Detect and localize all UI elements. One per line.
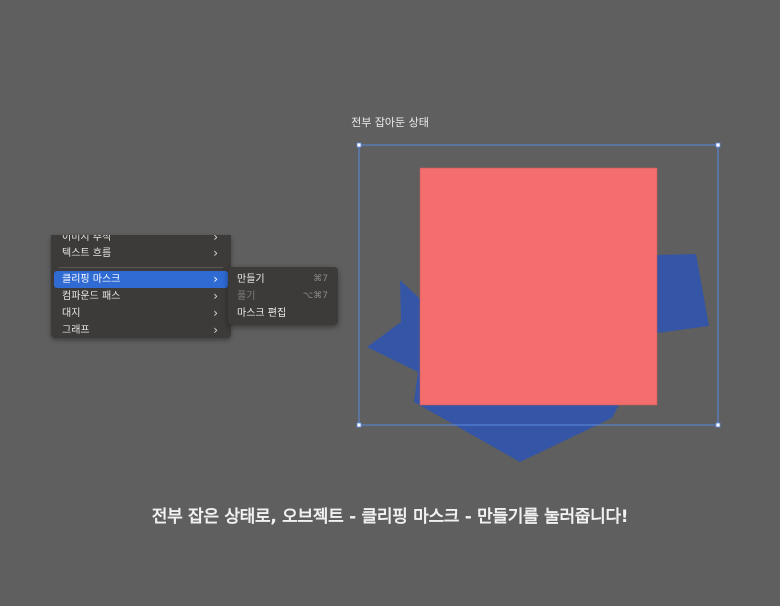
selection-handle-bottom-left[interactable]: [356, 422, 362, 428]
selection-handle-top-right[interactable]: [715, 142, 721, 148]
menu-item-label: 텍스트 흐름: [62, 248, 112, 259]
menu-item-artboard[interactable]: 대지 ›: [54, 305, 228, 322]
submenu-item-label: 마스크 편집: [237, 308, 287, 319]
shortcut-label: ⌘7: [313, 274, 328, 284]
submenu-item-make[interactable]: 만들기 ⌘7: [228, 271, 338, 288]
menu-item-clipping-mask[interactable]: 클리핑 마스크 ›: [54, 271, 228, 288]
instruction-caption: 전부 잡은 상태로, 오브젝트 - 클리핑 마스크 - 만들기를 눌러줍니다!: [151, 507, 629, 527]
clipping-mask-submenu: 만들기 ⌘7 풀기 ⌥⌘7 마스크 편집: [228, 267, 338, 325]
red-square-shape[interactable]: [419, 167, 658, 406]
chevron-right-icon: ›: [213, 272, 218, 286]
menu-item-text-wrap[interactable]: 텍스트 흐름 ›: [54, 245, 228, 262]
selection-caption: 전부 잡아둔 상태: [351, 116, 429, 129]
menu-item-label: 대지: [62, 308, 81, 319]
shortcut-label: ⌥⌘7: [302, 291, 328, 301]
chevron-right-icon: ›: [213, 306, 218, 320]
submenu-item-label: 만들기: [237, 274, 265, 285]
menu-item-label: 클리핑 마스크: [62, 274, 121, 285]
menu-item-graph[interactable]: 그래프 ›: [54, 322, 228, 338]
menu-separator: [59, 267, 223, 268]
submenu-item-release: 풀기 ⌥⌘7: [228, 288, 338, 305]
selection-handle-bottom-right[interactable]: [715, 422, 721, 428]
menu-item-label: 그래프: [62, 325, 90, 336]
object-context-menu: 이미지 추적 › 텍스트 흐름 › 클리핑 마스크 › 컴파운드 패스 › 대지…: [51, 235, 231, 338]
chevron-right-icon: ›: [213, 289, 218, 303]
menu-item-compound-path[interactable]: 컴파운드 패스 ›: [54, 288, 228, 305]
submenu-item-edit-mask[interactable]: 마스크 편집: [228, 305, 338, 322]
chevron-right-icon: ›: [213, 323, 218, 337]
submenu-item-label: 풀기: [237, 291, 256, 302]
chevron-right-icon: ›: [213, 246, 218, 260]
selection-handle-top-left[interactable]: [356, 142, 362, 148]
menu-item-label: 컴파운드 패스: [62, 291, 121, 302]
